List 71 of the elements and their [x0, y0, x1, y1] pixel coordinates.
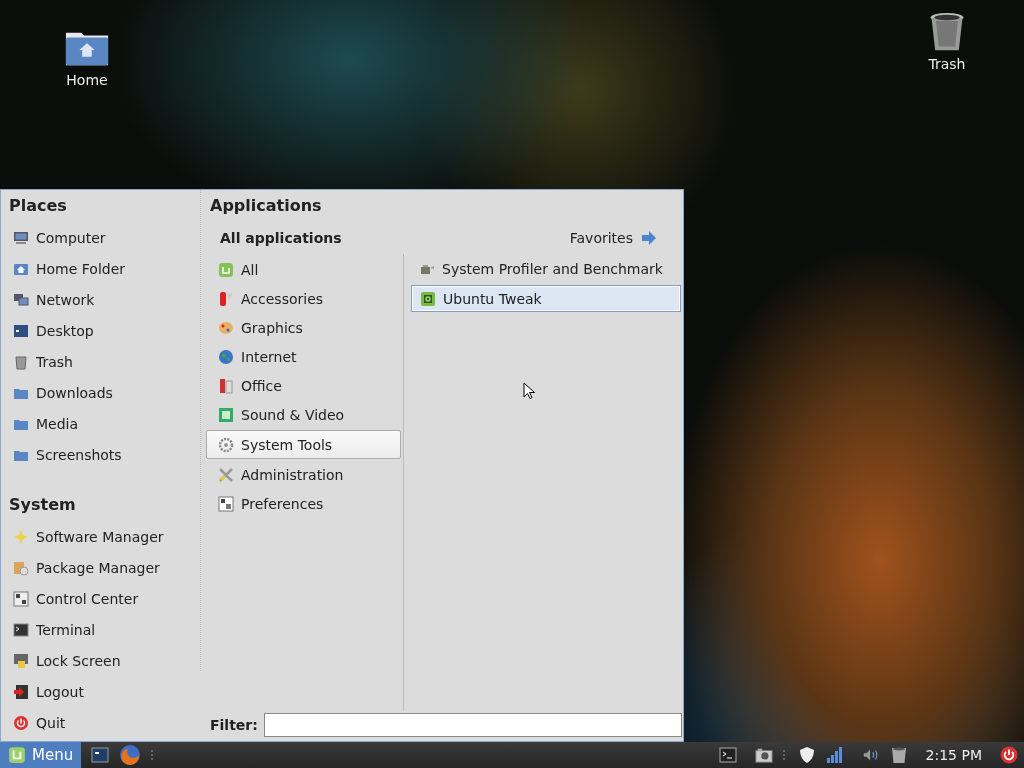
section-heading: Applications [210, 196, 323, 216]
system-item[interactable]: Lock Screen [9, 647, 200, 674]
filter-field[interactable] [263, 713, 682, 737]
shield-icon[interactable] [797, 746, 816, 764]
place-item[interactable]: Network [9, 286, 200, 313]
mint-logo-icon [8, 746, 26, 764]
system-item[interactable]: Package Manager [9, 554, 200, 581]
power-icon [13, 714, 29, 731]
filter-label: Filter: [210, 717, 258, 733]
section-heading: System [9, 495, 77, 515]
category-item[interactable]: Accessories [210, 285, 403, 312]
mint-logo-icon [218, 261, 234, 278]
clock[interactable]: 2:15 PM [925, 747, 982, 763]
star-icon [13, 528, 29, 545]
place-item[interactable]: Downloads [9, 379, 200, 406]
menu-button[interactable]: Menu [0, 742, 82, 768]
terminal-icon [13, 621, 29, 638]
desktop-icon [13, 322, 29, 339]
application-item[interactable]: System Profiler and Benchmark [411, 256, 681, 281]
desktop-icon[interactable]: Trash [924, 12, 970, 72]
gear-icon [218, 436, 234, 453]
category-item[interactable]: Graphics [210, 314, 403, 341]
trash-can-icon[interactable] [889, 746, 908, 764]
monitor-icon [13, 229, 29, 246]
system-item[interactable]: Quit [9, 709, 200, 736]
section-heading: Places [9, 196, 68, 216]
place-item[interactable]: Desktop [9, 317, 200, 344]
place-item[interactable]: Screenshots [9, 441, 200, 468]
trash-icon [13, 353, 29, 370]
system-item[interactable]: Software Manager [9, 523, 200, 550]
application-item[interactable]: Ubuntu Tweak [411, 285, 681, 312]
show-desktop-icon[interactable] [91, 746, 110, 764]
network-icon [13, 291, 29, 308]
panel-handle-icon[interactable] [782, 750, 788, 760]
desktop-icon-label: Home [66, 72, 108, 88]
terminal-icon[interactable] [718, 746, 737, 764]
place-item[interactable]: Media [9, 410, 200, 437]
desktop-icon[interactable]: Home [64, 28, 110, 88]
system-item[interactable]: Control Center [9, 585, 200, 612]
category-item[interactable]: Preferences [210, 490, 403, 517]
category-item[interactable]: Internet [210, 343, 403, 370]
preferences-icon [218, 495, 234, 512]
camera-icon[interactable] [754, 746, 773, 764]
signal-bars-icon[interactable] [825, 746, 844, 764]
power-icon[interactable] [1000, 746, 1018, 764]
logout-icon [13, 683, 29, 700]
tweak-icon [420, 290, 436, 307]
palette-icon [218, 319, 234, 336]
favorites-button[interactable]: Favorites [569, 230, 657, 246]
globe-icon [218, 348, 234, 365]
package-icon [13, 559, 29, 576]
control-panel-icon [13, 590, 29, 607]
mouse-pointer-icon [523, 382, 535, 400]
system-item[interactable]: Terminal [9, 616, 200, 643]
film-icon [218, 406, 234, 423]
place-item[interactable]: Computer [9, 224, 200, 251]
system-item[interactable]: Logout [9, 678, 200, 705]
desktop-icon-label: Trash [928, 56, 966, 72]
category-item[interactable]: All [210, 256, 403, 283]
office-icon [218, 377, 234, 394]
place-item[interactable]: Home Folder [9, 255, 200, 282]
lock-icon [13, 652, 29, 669]
all-applications-label: All applications [220, 230, 342, 246]
category-item[interactable]: Administration [210, 461, 403, 488]
browser-icon[interactable] [119, 744, 142, 766]
category-item[interactable]: Office [210, 372, 403, 399]
place-item[interactable]: Trash [9, 348, 200, 375]
right-arrow-icon [641, 230, 657, 246]
category-item[interactable]: System Tools [206, 430, 401, 459]
category-item[interactable]: Sound & Video [210, 401, 403, 428]
tools-icon [218, 466, 234, 483]
